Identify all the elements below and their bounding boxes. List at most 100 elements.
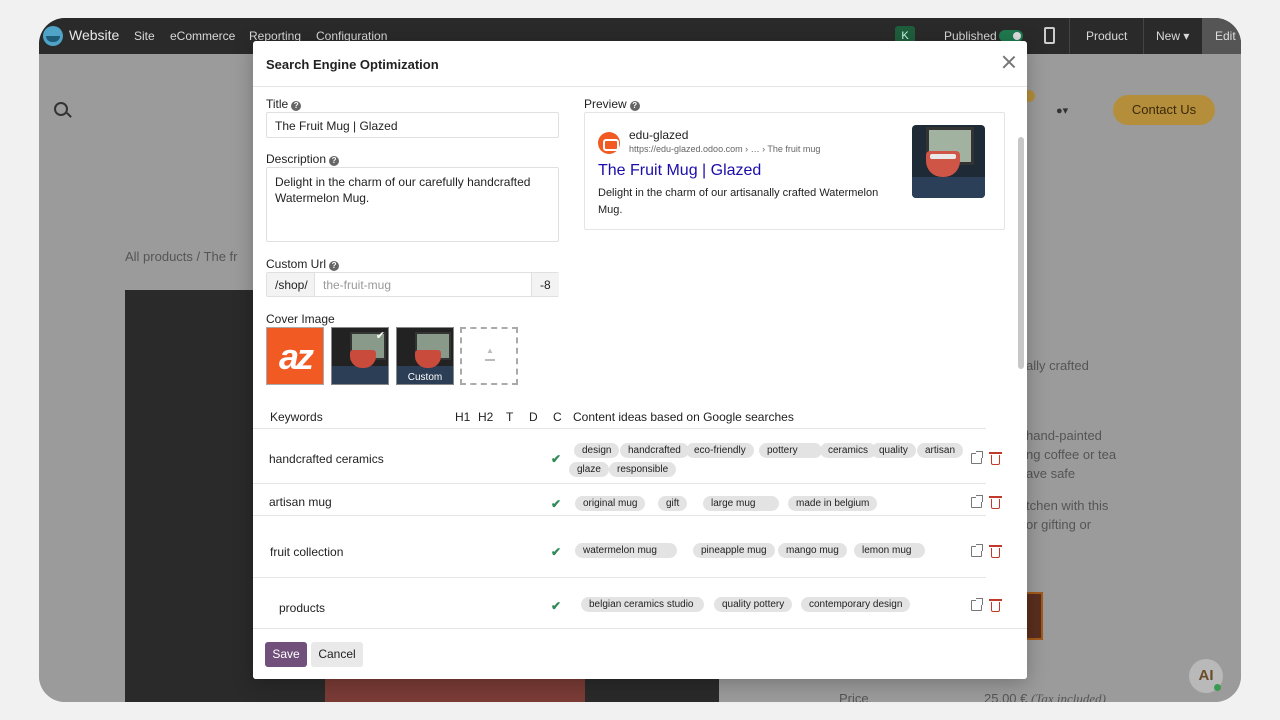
dialog-header: Search Engine Optimization [253, 41, 1027, 87]
keyword-tag[interactable]: mango mug [778, 543, 847, 558]
keyword-tag[interactable]: belgian ceramics studio [581, 597, 704, 612]
keyword-tag[interactable]: watermelon mug [575, 543, 677, 558]
site-favicon-icon [598, 132, 620, 154]
dialog-body: Title? The Fruit Mug | Glazed Descriptio… [253, 87, 1027, 628]
new-button[interactable]: New ▾ [1156, 29, 1189, 43]
preview-url: https://edu-glazed.odoo.com › … › The fr… [629, 144, 821, 154]
help-icon[interactable]: ? [329, 156, 340, 166]
menu-ecommerce[interactable]: eCommerce [170, 29, 235, 43]
keyword-tag[interactable]: gift [658, 496, 688, 511]
help-icon[interactable]: ? [329, 261, 340, 271]
dialog-title: Search Engine Optimization [266, 57, 439, 72]
check-icon: ✔ [551, 452, 562, 466]
table-divider [253, 428, 986, 429]
external-link-icon[interactable] [971, 451, 983, 464]
table-divider [253, 483, 986, 484]
keyword-tag[interactable]: responsible [609, 462, 677, 477]
keyword-tag[interactable]: made in belgium [788, 496, 878, 511]
external-link-icon[interactable] [971, 495, 983, 508]
external-link-icon[interactable] [971, 544, 983, 557]
help-icon[interactable]: ? [291, 101, 302, 111]
check-icon: ✔ [551, 497, 562, 511]
title-label: Title? [266, 97, 302, 111]
keyword-tag[interactable]: large mug [703, 496, 779, 511]
cover-option-logo[interactable]: az [266, 327, 324, 385]
product-description-line: ng coffee or tea [1026, 447, 1117, 462]
product-description-line: hand-painted [1026, 428, 1102, 443]
table-divider [253, 515, 986, 516]
description-label: Description? [266, 152, 340, 166]
preview-description: Delight in the charm of our artisanally … [598, 187, 879, 216]
keyword-tag[interactable]: original mug [575, 496, 646, 511]
contact-us-button[interactable]: Contact Us [1113, 95, 1215, 125]
search-icon[interactable] [54, 102, 68, 116]
keyword-tag[interactable]: ceramics [820, 443, 877, 458]
delete-icon[interactable] [989, 452, 1002, 465]
keyword-tag[interactable]: handcrafted [620, 443, 689, 458]
keyword-tag[interactable]: quality pottery [714, 597, 793, 612]
cover-image-table [332, 366, 388, 384]
product-menu[interactable]: Product [1086, 29, 1127, 43]
edit-button[interactable]: Edit [1202, 18, 1241, 54]
mobile-preview-icon[interactable] [1044, 27, 1055, 44]
check-icon: ✔ [551, 545, 562, 559]
cover-option-product-image[interactable]: ✔ [331, 327, 389, 385]
menu-site[interactable]: Site [134, 29, 155, 43]
cancel-button[interactable]: Cancel [311, 642, 363, 667]
website-logo-icon[interactable] [43, 26, 63, 46]
price-amount: 25.00 € [984, 691, 1028, 702]
keyword-name: fruit collection [270, 545, 344, 559]
user-menu-caret: ▾ [1062, 105, 1069, 117]
user-menu-icon[interactable]: ●▾ [1056, 104, 1086, 118]
keyword-name: products [279, 601, 326, 615]
preview-site-name: edu-glazed [629, 128, 689, 142]
seo-description-textarea[interactable]: Delight in the charm of our carefully ha… [266, 167, 559, 242]
product-description-line: tchen with this [1026, 498, 1109, 513]
keyword-name: artisan mug [269, 495, 332, 509]
app-brand[interactable]: Website [69, 27, 119, 43]
cover-upload-button[interactable] [460, 327, 518, 385]
h2-column-header: H2 [478, 410, 494, 424]
keyword-tag[interactable]: quality [871, 443, 916, 458]
product-description-line: or gifting or [1026, 517, 1092, 532]
keyword-tag[interactable]: pottery [759, 443, 822, 458]
keyword-tag[interactable]: artisan [917, 443, 964, 458]
breadcrumb[interactable]: All products / The fr [125, 249, 237, 264]
delete-icon[interactable] [989, 545, 1002, 558]
save-button[interactable]: Save [265, 642, 307, 667]
custom-cover-label: Custom [407, 372, 443, 383]
c-column-header: C [553, 410, 562, 424]
keyword-tag[interactable]: glaze [569, 462, 609, 477]
close-icon[interactable] [1001, 54, 1017, 70]
keyword-tag[interactable]: eco-friendly [686, 443, 754, 458]
dialog-scrollbar[interactable] [1018, 137, 1024, 369]
d-column-header: D [529, 410, 538, 424]
product-description-line: ave safe [1026, 466, 1076, 481]
external-link-icon[interactable] [971, 598, 983, 611]
custom-url-input[interactable]: the-fruit-mug [323, 278, 391, 292]
keyword-tag[interactable]: pineapple mug [693, 543, 775, 558]
title-label-text: Title [266, 97, 289, 111]
help-icon[interactable]: ? [629, 101, 640, 111]
preview-label-text: Preview [584, 97, 627, 111]
cover-image-label: Cover Image [266, 312, 335, 326]
upload-icon [485, 346, 495, 361]
preview-image-mug [926, 151, 960, 177]
seo-title-input[interactable]: The Fruit Mug | Glazed [266, 112, 559, 138]
keyword-tag[interactable]: design [574, 443, 620, 458]
cover-option-custom[interactable]: Custom [396, 327, 454, 385]
dialog-footer: Save Cancel [253, 628, 1027, 679]
seo-dialog: Search Engine Optimization Title? The Fr… [253, 41, 1027, 679]
price-label: Price [839, 691, 869, 702]
delete-icon[interactable] [989, 599, 1002, 612]
table-divider [253, 577, 986, 578]
preview-label: Preview? [584, 97, 640, 111]
preview-image-table [912, 177, 985, 198]
keyword-tag[interactable]: contemporary design [801, 597, 911, 612]
check-icon: ✔ [551, 599, 562, 613]
ai-assistant-button[interactable]: AI [1189, 659, 1223, 693]
search-result-preview: edu-glazed https://edu-glazed.odoo.com ›… [584, 112, 1005, 230]
delete-icon[interactable] [989, 496, 1002, 509]
url-prefix: /shop/ [267, 273, 315, 296]
keyword-tag[interactable]: lemon mug [854, 543, 925, 558]
